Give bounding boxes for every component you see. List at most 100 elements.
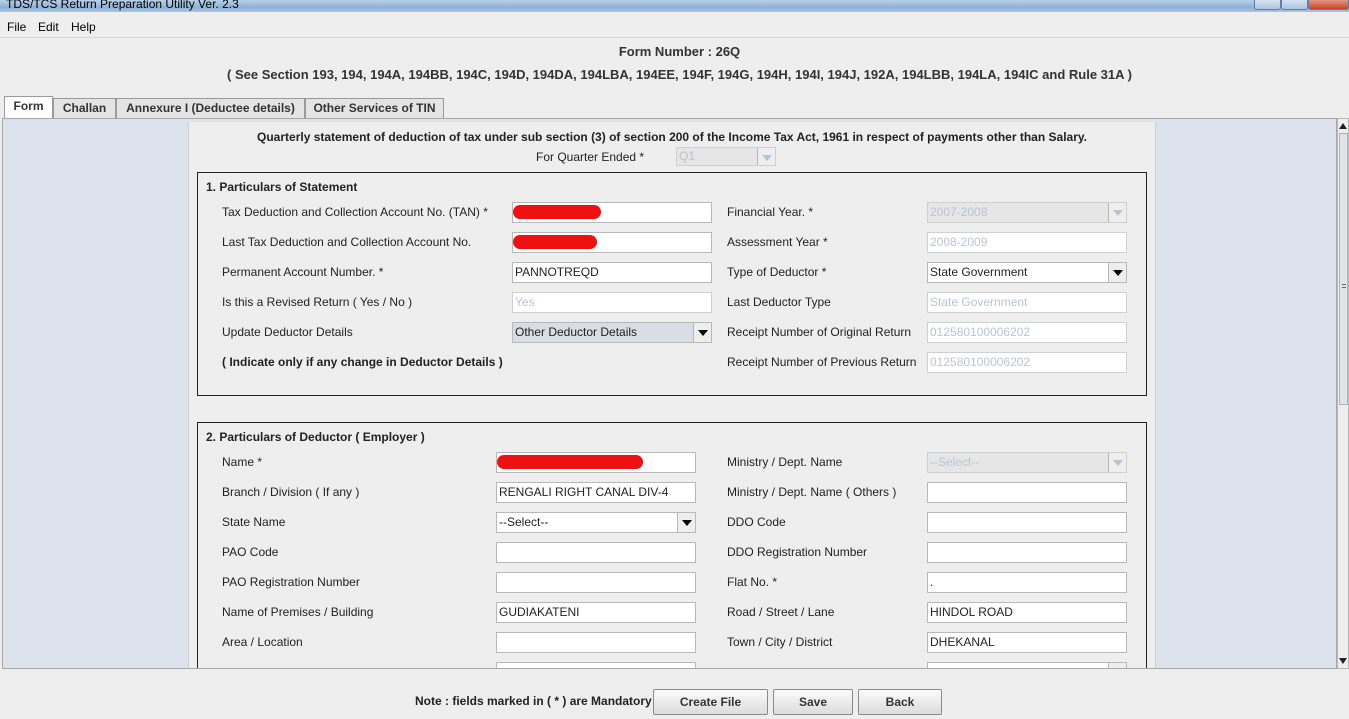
pao-code-field[interactable] xyxy=(496,542,696,563)
chevron-down-icon[interactable] xyxy=(757,148,775,165)
window-title-bar: TDS/TCS Return Preparation Utility Ver. … xyxy=(0,0,1349,12)
pan-label: Permanent Account Number. * xyxy=(222,265,384,279)
last-tan-field[interactable] xyxy=(512,232,712,253)
tab-challan[interactable]: Challan xyxy=(53,98,116,118)
chevron-down-icon[interactable] xyxy=(1108,453,1126,472)
last-deductor-type-label: Last Deductor Type xyxy=(727,295,831,309)
receipt-original-field[interactable]: 012580100006202 xyxy=(927,322,1127,343)
section-particulars-of-deductor: 2. Particulars of Deductor ( Employer ) … xyxy=(197,422,1147,668)
tab-form[interactable]: Form xyxy=(4,96,53,118)
tab-other-services[interactable]: Other Services of TIN xyxy=(305,98,444,118)
pao-registration-field[interactable] xyxy=(496,572,696,593)
receipt-original-label: Receipt Number of Original Return xyxy=(727,325,912,339)
town-city-field[interactable]: DHEKANAL xyxy=(927,632,1127,653)
ministry-others-field[interactable] xyxy=(927,482,1127,503)
update-deductor-select[interactable]: Other Deductor Details xyxy=(512,322,712,343)
road-street-field[interactable]: HINDOL ROAD xyxy=(927,602,1127,623)
branch-field[interactable]: RENGALI RIGHT CANAL DIV-4 xyxy=(496,482,696,503)
deductor-type-select[interactable]: State Government xyxy=(927,262,1127,283)
ddo-code-field[interactable] xyxy=(927,512,1127,533)
financial-year-label: Financial Year. * xyxy=(727,205,814,219)
menu-edit[interactable]: Edit xyxy=(38,20,59,34)
menu-file[interactable]: File xyxy=(7,20,26,34)
state-name-label: State Name xyxy=(222,515,286,529)
ddo-registration-field[interactable] xyxy=(927,542,1127,563)
pao-code-label: PAO Code xyxy=(222,545,279,559)
back-button[interactable]: Back xyxy=(858,689,942,715)
area-location-label: Area / Location xyxy=(222,635,303,649)
assessment-year-field[interactable]: 2008-2009 xyxy=(927,232,1127,253)
pin-code-field[interactable] xyxy=(496,662,696,668)
form-content: Quarterly statement of deduction of tax … xyxy=(2,118,1337,669)
name-field[interactable] xyxy=(496,452,696,473)
minimize-button[interactable] xyxy=(1254,0,1281,10)
section2-title: 2. Particulars of Deductor ( Employer ) xyxy=(206,430,425,444)
quarter-select[interactable]: Q1 xyxy=(676,147,776,166)
chevron-down-icon[interactable] xyxy=(693,323,711,342)
section1-title: 1. Particulars of Statement xyxy=(206,180,358,194)
save-button[interactable]: Save xyxy=(773,689,853,715)
financial-year-value: 2007-2008 xyxy=(930,205,988,219)
chevron-down-icon[interactable] xyxy=(1108,663,1126,668)
close-button[interactable] xyxy=(1308,0,1349,10)
flat-no-field[interactable]: . xyxy=(927,572,1127,593)
section-particulars-of-statement: 1. Particulars of Statement Tax Deductio… xyxy=(197,172,1147,396)
last-tan-label: Last Tax Deduction and Collection Accoun… xyxy=(222,235,472,249)
tan-field[interactable] xyxy=(512,202,712,223)
update-deductor-label: Update Deductor Details xyxy=(222,325,353,339)
redaction-mark xyxy=(513,205,601,219)
chevron-down-icon[interactable] xyxy=(1108,263,1126,282)
vertical-scrollbar[interactable] xyxy=(1337,118,1349,669)
chevron-down-icon[interactable] xyxy=(1108,203,1126,222)
tab-annexure[interactable]: Annexure I (Deductee details) xyxy=(116,98,305,118)
deductor-type-label: Type of Deductor * xyxy=(727,265,827,279)
revised-return-field[interactable]: Yes xyxy=(512,292,712,313)
chevron-down-icon[interactable] xyxy=(677,513,695,532)
maximize-button[interactable] xyxy=(1281,0,1308,10)
pan-field[interactable]: PANNOTREQD xyxy=(512,262,712,283)
tab-bar: Form Challan Annexure I (Deductee detail… xyxy=(0,96,1349,118)
menu-bar: File Edit Help xyxy=(0,12,1349,38)
quarter-value: Q1 xyxy=(679,149,696,163)
indicate-note: ( Indicate only if any change in Deducto… xyxy=(222,355,503,369)
ministry-select[interactable]: --Select-- xyxy=(927,452,1127,473)
ddo-registration-label: DDO Registration Number xyxy=(727,545,868,559)
form-sections-subtitle: ( See Section 193, 194, 194A, 194BB, 194… xyxy=(227,67,1132,82)
area-location-field[interactable] xyxy=(496,632,696,653)
scroll-down-icon[interactable] xyxy=(1339,658,1347,664)
flat-no-label: Flat No. * xyxy=(727,575,778,589)
receipt-previous-field[interactable]: 012580100006202 xyxy=(927,352,1127,373)
ministry-others-label: Ministry / Dept. Name ( Others ) xyxy=(727,485,897,499)
update-deductor-value: Other Deductor Details xyxy=(515,325,638,339)
statement-title: Quarterly statement of deduction of tax … xyxy=(257,130,1087,144)
window-title: TDS/TCS Return Preparation Utility Ver. … xyxy=(6,0,239,11)
financial-year-select[interactable]: 2007-2008 xyxy=(927,202,1127,223)
scroll-thumb[interactable] xyxy=(1339,133,1348,405)
menu-help[interactable]: Help xyxy=(71,20,96,34)
redaction-mark xyxy=(497,455,643,469)
tan-label: Tax Deduction and Collection Account No.… xyxy=(222,205,488,219)
last-deductor-type-field[interactable]: State Government xyxy=(927,292,1127,313)
pao-registration-label: PAO Registration Number xyxy=(222,575,360,589)
premises-field[interactable]: GUDIAKATENI xyxy=(496,602,696,623)
form-header: Form Number : 26Q ( See Section 193, 194… xyxy=(0,39,1349,87)
form-number-title: Form Number : 26Q xyxy=(618,44,741,59)
grip-icon xyxy=(1342,284,1346,288)
quarter-label: For Quarter Ended * xyxy=(536,150,645,164)
state-select-partial[interactable] xyxy=(927,662,1127,668)
state-name-value: --Select-- xyxy=(499,515,549,529)
form-panel: Quarterly statement of deduction of tax … xyxy=(188,122,1156,668)
name-label: Name * xyxy=(222,455,263,469)
ddo-code-label: DDO Code xyxy=(727,515,786,529)
town-city-label: Town / City / District xyxy=(727,635,833,649)
revised-return-label: Is this a Revised Return ( Yes / No ) xyxy=(222,295,413,309)
deductor-type-value: State Government xyxy=(930,265,1028,279)
state-name-select[interactable]: --Select-- xyxy=(496,512,696,533)
redaction-mark xyxy=(513,235,597,249)
premises-label: Name of Premises / Building xyxy=(222,605,374,619)
ministry-label: Ministry / Dept. Name xyxy=(727,455,843,469)
create-file-button[interactable]: Create File xyxy=(653,689,768,715)
receipt-previous-label: Receipt Number of Previous Return xyxy=(727,355,917,369)
mandatory-note: Note : fields marked in ( * ) are Mandat… xyxy=(415,694,652,708)
scroll-up-icon[interactable] xyxy=(1339,123,1347,129)
